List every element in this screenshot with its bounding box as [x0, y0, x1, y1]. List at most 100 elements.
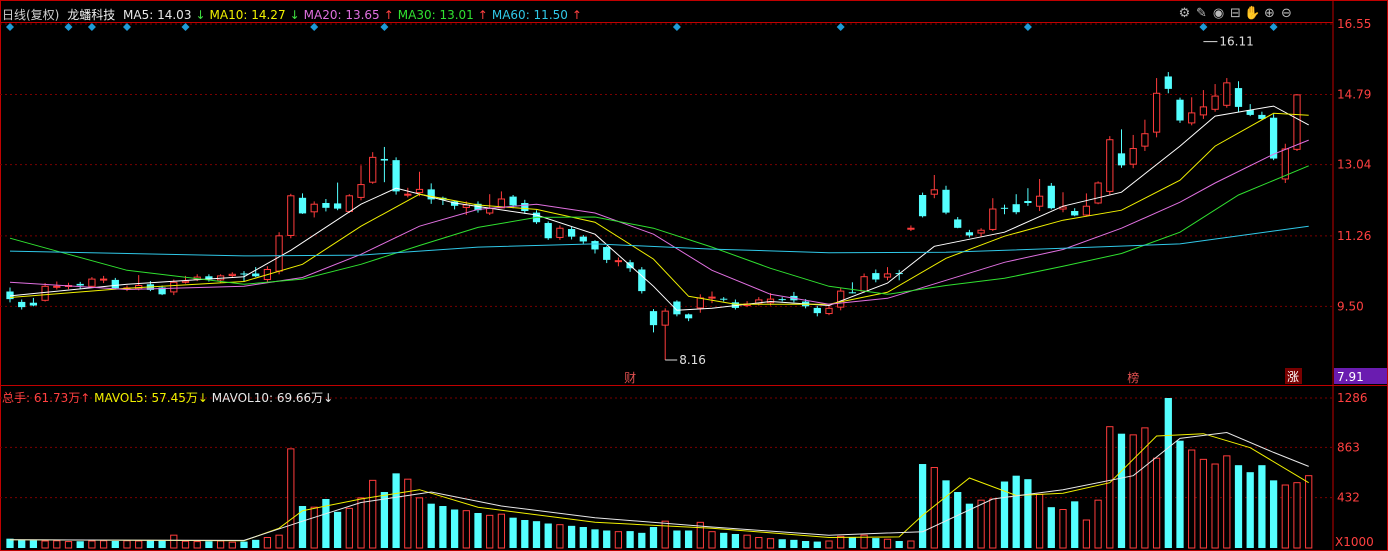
candle-body-down	[111, 279, 119, 289]
volume-bar-down	[392, 473, 400, 548]
candle	[696, 294, 704, 313]
signal-diamond	[672, 23, 681, 31]
volume-bar-down	[1246, 472, 1254, 548]
volume-bar-up	[661, 520, 669, 549]
volume-bar-up	[99, 540, 108, 549]
volume-bar-up	[415, 497, 424, 549]
chart-title: 日线(复权)	[2, 8, 60, 22]
candle-body-up	[696, 297, 704, 309]
candle-body-down	[1234, 88, 1243, 107]
volume-bar-down	[474, 513, 482, 548]
price-header: 日线(复权) 龙蟠科技 MA5: 14.03 ↓ MA10: 14.27 ↓ MA20:…	[2, 6, 590, 23]
eye-icon[interactable]: ◉	[1210, 6, 1227, 21]
volume-bar-down	[649, 527, 658, 548]
volume-bar-up	[1094, 499, 1102, 549]
candle-body-up	[556, 227, 564, 238]
candle	[228, 272, 236, 278]
candle	[158, 285, 166, 296]
volume-bar-down	[684, 530, 693, 548]
current-price-label: 7.91	[1337, 370, 1364, 384]
signal-diamond	[181, 23, 190, 31]
volume-bar-down	[18, 539, 26, 548]
volume-bar-down	[603, 530, 611, 548]
candle-body-up	[345, 195, 353, 212]
ma-arrow-3: ↑	[477, 8, 488, 22]
volume-bar-down	[1024, 479, 1032, 548]
volume-bar-down	[848, 537, 857, 548]
low-annotation: 8.16	[679, 353, 706, 367]
marker-cai: 财	[624, 371, 636, 385]
volume-bar-up	[310, 506, 318, 549]
candle-body-up	[88, 278, 96, 287]
candle	[1106, 136, 1114, 195]
lock-icon[interactable]: ⊟	[1227, 6, 1244, 21]
mavol10-line	[9, 431, 1309, 541]
ma-arrow-1: ↓	[289, 8, 300, 22]
hand-icon[interactable]: ✋	[1244, 6, 1261, 21]
ma-label-4: MA60: 11.50	[491, 8, 568, 22]
volume-bar-up	[404, 478, 412, 549]
zoom-in-icon[interactable]: ⊕	[1261, 6, 1278, 21]
candle-body-up	[1152, 92, 1161, 133]
mavol5-label: MAVOL5: 57.45万↓	[94, 391, 208, 405]
volume-bar-down	[111, 541, 119, 548]
candle-body-down	[591, 241, 599, 250]
candle	[1211, 84, 1219, 112]
volume-bar-up	[41, 540, 49, 549]
candle-body-down	[380, 158, 389, 161]
candle-body-down	[392, 160, 400, 192]
candle	[1024, 188, 1032, 206]
candle	[1129, 134, 1137, 169]
signal-diamond	[836, 23, 845, 31]
candle	[1035, 178, 1044, 212]
volume-bar-up	[88, 540, 96, 549]
volume-bar-up	[1293, 482, 1301, 549]
candle-body-down	[872, 273, 880, 280]
candlestick-chart[interactable]: 16.55 14.79 13.04 11.26 9.50 7.91 16.11 8.16 财 榜 涨…	[0, 0, 1388, 551]
volume-bar-down	[731, 534, 740, 548]
candle	[18, 299, 26, 310]
candle	[567, 227, 576, 240]
volume-bar-up	[181, 540, 190, 549]
volume-bar-up	[708, 531, 716, 549]
candle-body-up	[907, 227, 915, 230]
volume-bar-down	[626, 531, 634, 548]
candle-body-down	[298, 197, 307, 214]
candle	[778, 297, 786, 302]
candle	[603, 246, 611, 264]
candle-body-down	[918, 194, 927, 217]
volume-bar-up	[825, 540, 833, 549]
volume-bar-down	[567, 525, 576, 548]
marker-zhang: 涨	[1287, 369, 1299, 384]
volume-bar-up	[263, 537, 272, 549]
volume-bar-up	[977, 499, 985, 549]
candle	[357, 165, 365, 201]
volume-bar-up	[123, 540, 131, 549]
candle-body-up	[1129, 148, 1137, 165]
candle	[708, 291, 716, 304]
candle-body-up	[989, 208, 997, 230]
candle-body-down	[1117, 153, 1126, 166]
candle-body-down	[1012, 204, 1020, 213]
candle	[486, 194, 494, 216]
zoom-out-icon[interactable]: ⊖	[1278, 6, 1295, 21]
candle-body-down	[521, 203, 529, 212]
candle-body-down	[813, 307, 821, 314]
candle-body-up	[1035, 195, 1044, 207]
brush-icon[interactable]: ✎	[1193, 6, 1210, 21]
candle	[6, 287, 14, 303]
candle-body-down	[322, 203, 330, 208]
volume-bar-up	[614, 531, 623, 549]
candle	[76, 281, 84, 290]
gear-icon[interactable]: ⚙	[1176, 6, 1193, 21]
candle-body-down	[1047, 185, 1055, 209]
candle-body-down	[1024, 201, 1032, 204]
candle	[1188, 97, 1196, 126]
candle	[322, 199, 330, 212]
candle-body-down	[954, 219, 962, 228]
candle-body-up	[825, 307, 833, 315]
volume-bar-down	[1176, 440, 1184, 548]
candle-body-up	[357, 184, 365, 198]
candle	[521, 199, 529, 214]
candle	[684, 313, 693, 322]
